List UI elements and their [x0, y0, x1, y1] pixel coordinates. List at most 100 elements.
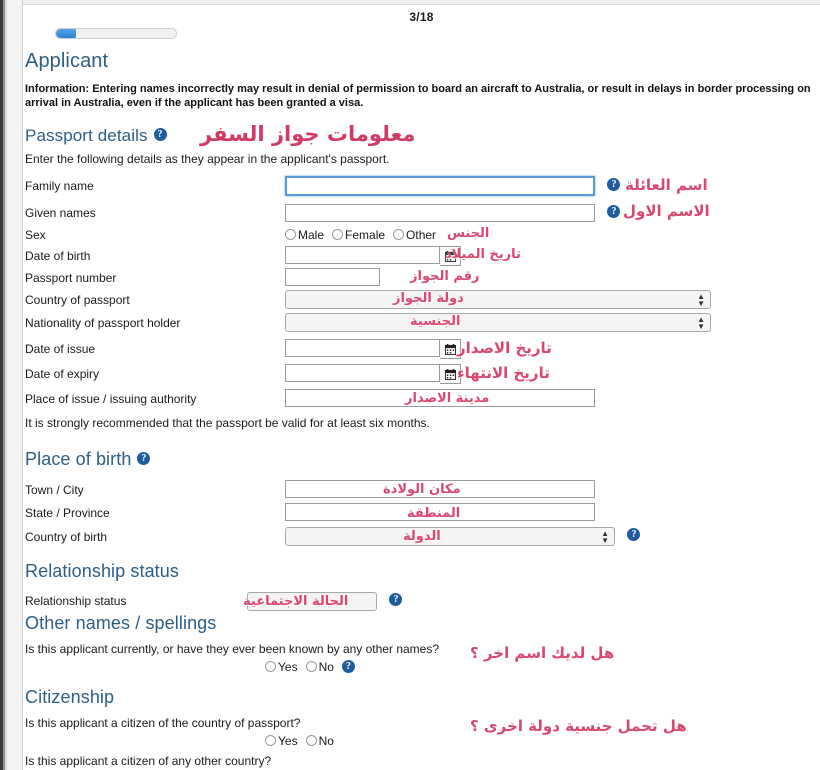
state-province-input[interactable] — [285, 503, 595, 522]
browser-page: 3/18 Applicant Information: Entering nam… — [0, 0, 820, 770]
other-names-yes-label: Yes — [278, 660, 298, 675]
row-date-of-issue: Date of issue تاريخ الاصدار — [25, 337, 820, 363]
calendar-glyph — [444, 368, 456, 380]
radio-yes[interactable] — [265, 735, 276, 747]
row-passport-number: Passport number رقم الجواز — [25, 268, 820, 290]
top-strip — [23, 0, 820, 5]
help-icon[interactable]: ? — [153, 128, 167, 142]
other-names-option-no[interactable]: No — [305, 660, 334, 675]
date-of-expiry-input[interactable] — [285, 364, 440, 383]
help-icon[interactable]: ? — [341, 660, 355, 674]
sex-option-male[interactable]: Male — [285, 228, 324, 242]
information-note: Information: Entering names incorrectly … — [25, 83, 811, 110]
page-title: Applicant — [25, 50, 109, 72]
date-of-birth-label: Date of birth — [25, 249, 91, 264]
calendar-icon[interactable] — [440, 246, 461, 267]
nationality-label: Nationality of passport holder — [25, 316, 181, 331]
row-place-of-issue: Place of issue / issuing authority مدينة… — [25, 389, 820, 411]
passport-details-heading: Passport details? — [25, 126, 820, 146]
given-names-label: Given names — [25, 206, 96, 221]
progress-bar-fill — [56, 29, 77, 38]
radio-no[interactable] — [305, 735, 317, 747]
annotation-sex: الجنس — [447, 226, 490, 242]
row-country-of-birth: Country of birth ▲ ▼ ? الدولة — [25, 527, 820, 550]
row-family-name: Family name ? اسم العائلة — [25, 176, 820, 203]
calendar-icon[interactable] — [440, 339, 461, 360]
help-icon[interactable]: ? — [137, 451, 151, 465]
passport-lede: Enter the following details as they appe… — [25, 152, 390, 167]
row-nationality: Nationality of passport holder ▲ ▼ الجنسي… — [25, 313, 820, 337]
citizenship-title: Citizenship — [25, 687, 115, 708]
page-indicator: 3/18 — [409, 10, 434, 24]
family-name-input[interactable] — [285, 176, 595, 197]
radio-female[interactable] — [332, 229, 344, 241]
other-names-no-label: No — [318, 660, 334, 675]
state-province-label: State / Province — [25, 506, 110, 521]
help-icon[interactable]: ? — [607, 205, 621, 219]
row-relationship-status: Relationship status ? الحالة الاجتماعية — [25, 591, 820, 613]
sex-option-female[interactable]: Female — [332, 228, 385, 242]
annotation-date-of-expiry: تاريخ الانتهاء — [457, 364, 550, 383]
form-page: 3/18 Applicant Information: Entering nam… — [23, 6, 820, 770]
row-date-of-birth: Date of birth تاريخ الميلاد — [25, 246, 820, 268]
citizenship-1-no-label: No — [318, 734, 334, 749]
row-state-province: State / Province المنطقة — [25, 503, 820, 527]
relationship-status-title: Relationship status — [25, 561, 179, 582]
nationality-select[interactable] — [285, 313, 711, 333]
radio-yes[interactable] — [265, 661, 276, 673]
date-of-birth-input[interactable] — [285, 246, 440, 265]
calendar-glyph — [444, 250, 456, 262]
row-country-of-passport: Country of passport ▲ ▼ دولة الجواز — [25, 290, 820, 313]
town-city-label: Town / City — [25, 483, 84, 498]
row-town-city: Town / City مكان الولادة — [25, 480, 820, 503]
passport-details-title: Passport details — [25, 126, 148, 146]
passport-number-input[interactable] — [285, 268, 380, 287]
calendar-glyph — [444, 343, 456, 355]
passport-validity-note: It is strongly recommended that the pass… — [25, 416, 430, 431]
family-name-label: Family name — [25, 179, 94, 194]
window-edge — [0, 0, 7, 770]
given-names-input[interactable] — [285, 204, 595, 223]
citizenship-1-option-yes[interactable]: Yes — [265, 734, 298, 748]
place-of-birth-heading: Place of birth? — [25, 449, 820, 470]
date-of-issue-input[interactable] — [285, 339, 440, 358]
calendar-icon[interactable] — [440, 364, 461, 385]
other-names-option-yes[interactable]: Yes — [265, 660, 298, 674]
other-names-section: Other names / spellings Is this applican… — [25, 613, 820, 687]
help-icon[interactable]: ? — [627, 527, 641, 541]
annotation-passport-number: رقم الجواز — [410, 269, 480, 285]
annotation-family-name: اسم العائلة — [625, 176, 708, 195]
radio-no[interactable] — [305, 661, 317, 673]
citizenship-question-2: Is this applicant a citizen of any other… — [25, 754, 272, 769]
form-content: Applicant Information: Entering names in… — [25, 50, 820, 768]
sex-label: Sex — [25, 228, 46, 243]
passport-details-section: Passport details? معلومات جواز السفر Ent… — [25, 122, 820, 431]
sex-option-male-label: Male — [298, 228, 325, 243]
town-city-input[interactable] — [285, 480, 595, 499]
relationship-status-select[interactable] — [247, 592, 377, 612]
country-of-passport-select[interactable] — [285, 290, 711, 310]
radio-other[interactable] — [393, 229, 405, 241]
sex-option-other[interactable]: Other — [393, 228, 436, 242]
relationship-status-label: Relationship status — [25, 594, 127, 609]
relationship-status-section: Relationship status Relationship status … — [25, 561, 820, 613]
annotation-date-of-issue: تاريخ الاصدار — [457, 339, 552, 358]
citizenship-1-option-no[interactable]: No — [305, 734, 334, 749]
date-of-expiry-label: Date of expiry — [25, 367, 100, 382]
radio-male[interactable] — [285, 229, 296, 241]
place-of-issue-input[interactable] — [285, 389, 595, 408]
passport-number-label: Passport number — [25, 271, 117, 286]
other-names-title: Other names / spellings — [25, 613, 217, 634]
citizenship-1-yes-label: Yes — [278, 734, 298, 749]
citizenship-question-1: Is this applicant a citizen of the count… — [25, 716, 301, 731]
country-of-birth-select[interactable] — [285, 527, 615, 547]
help-icon[interactable]: ? — [389, 592, 403, 606]
place-of-birth-title: Place of birth — [25, 449, 132, 470]
place-of-birth-section: Place of birth? Town / City مكان الولادة… — [25, 449, 820, 561]
sex-option-other-label: Other — [406, 228, 437, 243]
annotation-given-names: الاسم الاول — [623, 202, 710, 221]
progress-bar — [55, 28, 177, 39]
help-icon[interactable]: ? — [607, 178, 621, 192]
window-gutter — [7, 0, 23, 770]
citizenship-section: Citizenship Is this applicant a citizen … — [25, 687, 820, 768]
